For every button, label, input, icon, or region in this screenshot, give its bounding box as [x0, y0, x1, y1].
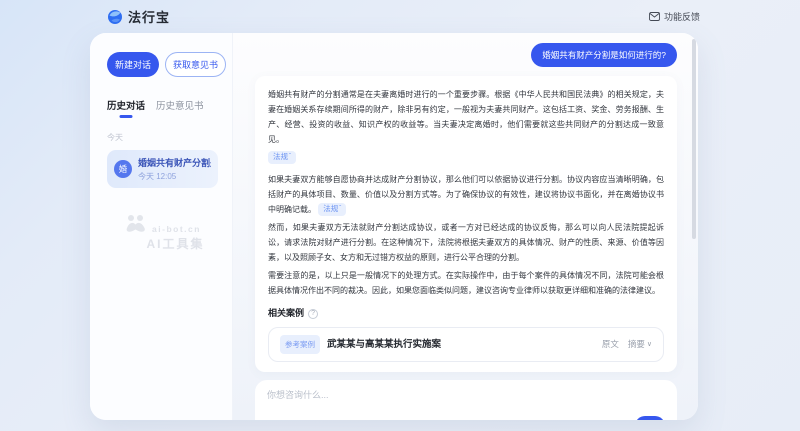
law-ref-badge[interactable]: 法规ˆ [318, 203, 346, 216]
case-original-link[interactable]: 原文 [602, 337, 619, 352]
history-item-title: 婚姻共有财产分割是如何... [138, 156, 211, 169]
chat-scrollbar[interactable] [692, 39, 696, 239]
app-logo: 法行宝 [107, 7, 170, 26]
info-icon[interactable]: ? [308, 309, 318, 319]
related-cases-heading: 相关案例 ? [268, 307, 664, 320]
law-badge-caret-icon: ˆ [339, 206, 341, 212]
tab-history-opinions[interactable]: 历史意见书 [156, 98, 204, 118]
law-ref-badge[interactable]: 法规ˆ [268, 151, 296, 164]
get-opinion-button[interactable]: 获取意见书 [165, 52, 226, 77]
history-item-texts: 婚姻共有财产分割是如何... 今天 12:05 [138, 156, 211, 182]
answer-paragraph: 如果夫妻双方能够自愿协商并达成财产分割协议，那么他们可以依据协议进行分割。协议内… [268, 172, 664, 217]
watermark: ai-bot.cn AI工具集 [107, 214, 218, 252]
assistant-answer-card: 婚姻共有财产的分割通常是在夫妻离婚时进行的一个重要步骤。根据《中华人民共和国民法… [255, 76, 677, 372]
related-cases-title: 相关案例 [268, 307, 304, 320]
mail-icon [649, 12, 660, 21]
user-message-bubble: 婚姻共有财产分割是如何进行的? [531, 43, 677, 67]
feedback-link[interactable]: 功能反馈 [649, 10, 700, 23]
sidebar-tabs: 历史对话 历史意见书 [107, 98, 218, 118]
send-button[interactable] [635, 416, 665, 420]
app-title: 法行宝 [128, 7, 170, 26]
law-badge-label: 法规 [323, 204, 338, 214]
app-logo-icon [107, 9, 123, 25]
sidebar-actions: 新建对话 获取意见书 [107, 52, 218, 77]
user-message-row: 婚姻共有财产分割是如何进行的? [255, 43, 677, 67]
new-chat-button[interactable]: 新建对话 [107, 52, 159, 77]
composer-bottom: 0/500 [267, 416, 665, 420]
history-item-avatar: 婚 [114, 160, 132, 178]
case-title: 武某某与高某某执行实施案 [327, 337, 595, 352]
feedback-label: 功能反馈 [664, 10, 700, 23]
answer-paragraph: 然而，如果夫妻双方无法就财产分割达成协议，或者一方对已经达成的协议反悔，那么可以… [268, 220, 664, 265]
history-item[interactable]: 婚 婚姻共有财产分割是如何... 今天 12:05 [107, 150, 218, 188]
case-summary-toggle[interactable]: 摘要∨ [628, 337, 652, 352]
history-item-time: 今天 12:05 [138, 171, 211, 182]
watermark-site: ai-bot.cn [152, 224, 201, 234]
case-summary-label: 摘要 [628, 337, 645, 352]
chat-area: 婚姻共有财产分割是如何进行的? 婚姻共有财产的分割通常是在夫妻离婚时进行的一个重… [233, 33, 698, 420]
sidebar: 新建对话 获取意见书 历史对话 历史意见书 今天 婚 婚姻共有财产分割是如何..… [90, 33, 233, 420]
law-badge-label: 法规 [273, 152, 288, 162]
app-header: 法行宝 功能反馈 [0, 0, 800, 33]
case-badge: 参考案例 [280, 335, 320, 354]
case-actions: 原文 摘要∨ [602, 337, 652, 352]
watermark-logo-icon [124, 214, 148, 234]
answer-paragraph: 婚姻共有财产的分割通常是在夫妻离婚时进行的一个重要步骤。根据《中华人民共和国民法… [268, 87, 664, 147]
watermark-name: AI工具集 [146, 235, 204, 252]
app-card: 新建对话 获取意见书 历史对话 历史意见书 今天 婚 婚姻共有财产分割是如何..… [90, 33, 698, 420]
answer-paragraph: 需要注意的是，以上只是一般情况下的处理方式。在实际操作中，由于每个案件的具体情况… [268, 268, 664, 298]
watermark-row: ai-bot.cn [124, 214, 201, 234]
chevron-down-icon: ∨ [647, 337, 652, 352]
chat-input[interactable] [267, 388, 665, 416]
history-group-label: 今天 [107, 132, 218, 143]
case-card[interactable]: 参考案例 武某某与高某某执行实施案 原文 摘要∨ [268, 327, 664, 362]
tab-history-chats[interactable]: 历史对话 [107, 98, 145, 118]
law-badge-row: 法规ˆ [268, 150, 664, 165]
composer: 0/500 [255, 380, 677, 420]
law-badge-caret-icon: ˆ [289, 154, 291, 160]
